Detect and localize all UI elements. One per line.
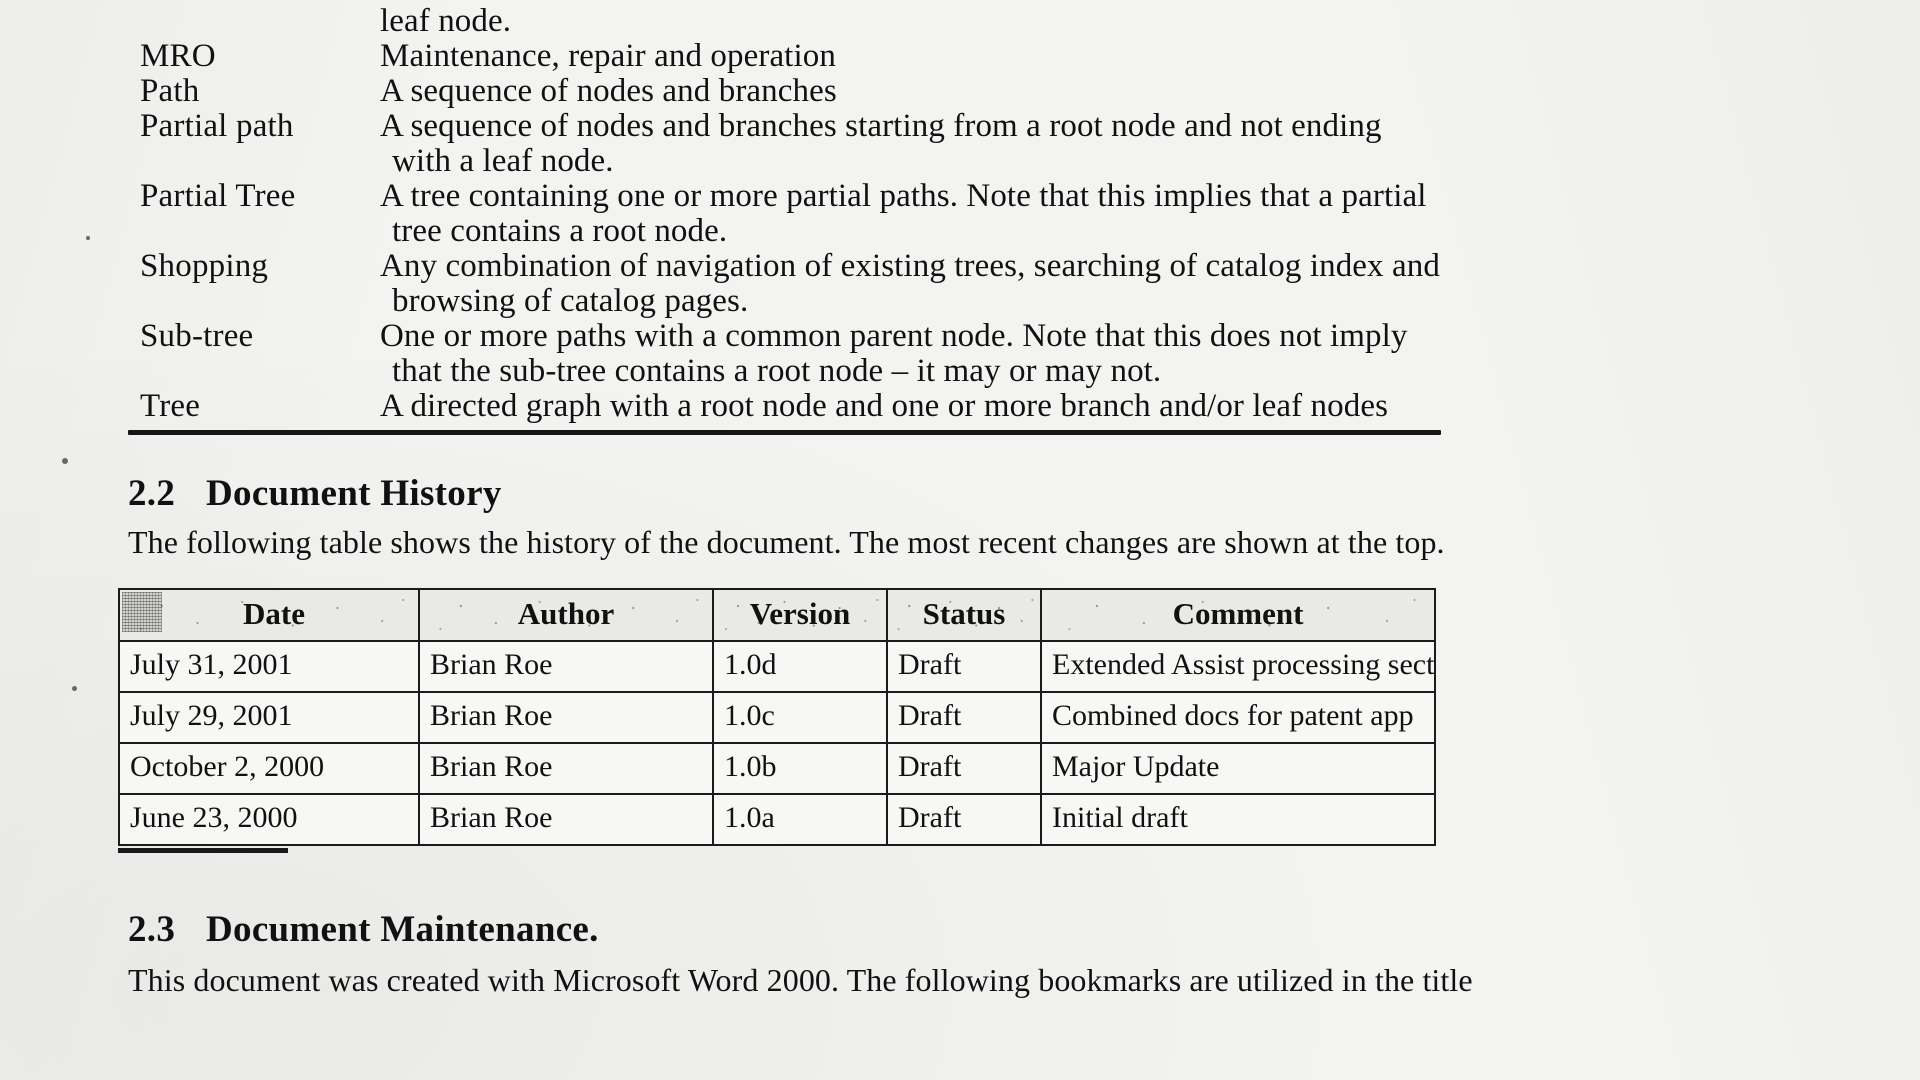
glossary-definition: Any combination of navigation of existin… xyxy=(380,249,1520,319)
glossary-definition-continuation: with a leaf node. xyxy=(392,143,614,179)
table-body: July 31, 2001 Brian Roe 1.0d Draft Exten… xyxy=(118,640,1436,846)
column-header-label: Author xyxy=(517,596,615,631)
glossary-definition-text: Any combination of navigation of existin… xyxy=(380,248,1440,284)
cell-author: Brian Roe xyxy=(418,742,714,795)
glossary-row: leaf node. xyxy=(0,4,1920,39)
heading-title: Document Maintenance. xyxy=(206,909,599,950)
document-history-table: Date Author Version Status Comment July … xyxy=(118,588,1436,846)
glossary-definition-text: leaf node. xyxy=(380,3,512,39)
cell-author: Brian Roe xyxy=(418,793,714,846)
glossary-definition-text: A tree containing one or more partial pa… xyxy=(380,178,1427,214)
column-header-version: Version xyxy=(712,588,888,642)
glossary-definition-continuation: browsing of catalog pages. xyxy=(392,283,749,319)
column-header-label: Version xyxy=(749,596,851,631)
cell-status: Draft xyxy=(886,793,1042,846)
glossary-definition-text: A directed graph with a root node and on… xyxy=(380,388,1389,424)
cell-version: 1.0b xyxy=(712,742,888,795)
glossary-definition: One or more paths with a common parent n… xyxy=(380,319,1520,389)
paragraph-document-maintenance-intro: This document was created with Microsoft… xyxy=(128,962,1473,998)
glossary-row: Partial path A sequence of nodes and bra… xyxy=(0,109,1920,179)
cell-author: Brian Roe xyxy=(418,691,714,744)
table-header-row: Date Author Version Status Comment xyxy=(118,588,1436,642)
glossary-definition-text: One or more paths with a common parent n… xyxy=(380,318,1408,354)
glossary-row: Partial Tree A tree containing one or mo… xyxy=(0,179,1920,249)
glossary-definition-continuation: tree contains a root node. xyxy=(392,213,728,249)
cell-date: October 2, 2000 xyxy=(118,742,420,795)
column-header-label: Date xyxy=(243,596,305,631)
glossary-definition: A sequence of nodes and branches startin… xyxy=(380,109,1520,179)
scan-speck xyxy=(72,686,77,691)
glossary-term: Tree xyxy=(140,388,201,424)
glossary-definition-text: A sequence of nodes and branches xyxy=(380,73,837,109)
glossary-term: Partial Tree xyxy=(140,178,296,214)
glossary-term: MRO xyxy=(140,38,216,74)
glossary-definition: A sequence of nodes and branches xyxy=(380,74,1520,109)
cell-status: Draft xyxy=(886,640,1042,693)
paragraph-document-history-intro: The following table shows the history of… xyxy=(128,524,1445,560)
cell-comment: Major Update xyxy=(1040,742,1436,795)
column-header-date: Date xyxy=(118,588,420,642)
glossary-term: Path xyxy=(140,73,200,109)
cell-version: 1.0c xyxy=(712,691,888,744)
scan-smudge-mark xyxy=(122,592,162,632)
cell-author: Brian Roe xyxy=(418,640,714,693)
heading-number: 2.3 xyxy=(128,909,176,950)
table-header: Date Author Version Status Comment xyxy=(118,588,1436,642)
glossary-definition-text: A sequence of nodes and branches startin… xyxy=(380,108,1382,144)
cell-version: 1.0d xyxy=(712,640,888,693)
scan-speck xyxy=(86,236,90,240)
table-row: July 29, 2001 Brian Roe 1.0c Draft Combi… xyxy=(118,691,1436,744)
heading-title: Document History xyxy=(206,473,502,514)
column-header-comment: Comment xyxy=(1040,588,1436,642)
table-row: October 2, 2000 Brian Roe 1.0b Draft Maj… xyxy=(118,742,1436,795)
scanned-document-page: leaf node. MRO Maintenance, repair and o… xyxy=(0,0,1920,1080)
column-header-label: Status xyxy=(922,596,1006,631)
cell-comment: Extended Assist processing section xyxy=(1040,640,1436,693)
heading-document-maintenance: 2.3 Document Maintenance. xyxy=(128,908,599,951)
cell-status: Draft xyxy=(886,742,1042,795)
glossary-definition: leaf node. xyxy=(380,4,1520,39)
cell-date: July 31, 2001 xyxy=(118,640,420,693)
document-history-table-wrapper: Date Author Version Status Comment July … xyxy=(118,588,1436,846)
cell-version: 1.0a xyxy=(712,793,888,846)
glossary-row: Sub-tree One or more paths with a common… xyxy=(0,319,1920,389)
cell-date: July 29, 2001 xyxy=(118,691,420,744)
table-row: July 31, 2001 Brian Roe 1.0d Draft Exten… xyxy=(118,640,1436,693)
table-bottom-scan-mark xyxy=(118,848,288,853)
glossary-term: Shopping xyxy=(140,248,269,284)
glossary-definition: A directed graph with a root node and on… xyxy=(380,389,1520,424)
glossary-row: MRO Maintenance, repair and operation xyxy=(0,39,1920,74)
glossary-row: Tree A directed graph with a root node a… xyxy=(0,389,1920,424)
table-row: June 23, 2000 Brian Roe 1.0a Draft Initi… xyxy=(118,793,1436,846)
heading-document-history: 2.2 Document History xyxy=(128,472,502,515)
heading-number: 2.2 xyxy=(128,473,176,514)
cell-date: June 23, 2000 xyxy=(118,793,420,846)
cell-comment: Combined docs for patent app xyxy=(1040,691,1436,744)
glossary-definition: A tree containing one or more partial pa… xyxy=(380,179,1520,249)
glossary-definition-list: leaf node. MRO Maintenance, repair and o… xyxy=(0,0,1920,424)
cell-status: Draft xyxy=(886,691,1042,744)
cell-comment: Initial draft xyxy=(1040,793,1436,846)
column-header-status: Status xyxy=(886,588,1042,642)
glossary-definition: Maintenance, repair and operation xyxy=(380,39,1520,74)
column-header-label: Comment xyxy=(1172,596,1304,631)
glossary-row: Shopping Any combination of navigation o… xyxy=(0,249,1920,319)
glossary-definition-text: Maintenance, repair and operation xyxy=(380,38,836,74)
glossary-bottom-rule xyxy=(128,430,1441,435)
glossary-term: Partial path xyxy=(140,108,294,144)
glossary-row: Path A sequence of nodes and branches xyxy=(0,74,1920,109)
scan-speck xyxy=(62,458,68,464)
glossary-definition-continuation: that the sub-tree contains a root node –… xyxy=(392,353,1162,389)
column-header-author: Author xyxy=(418,588,714,642)
glossary-term: Sub-tree xyxy=(140,318,254,354)
